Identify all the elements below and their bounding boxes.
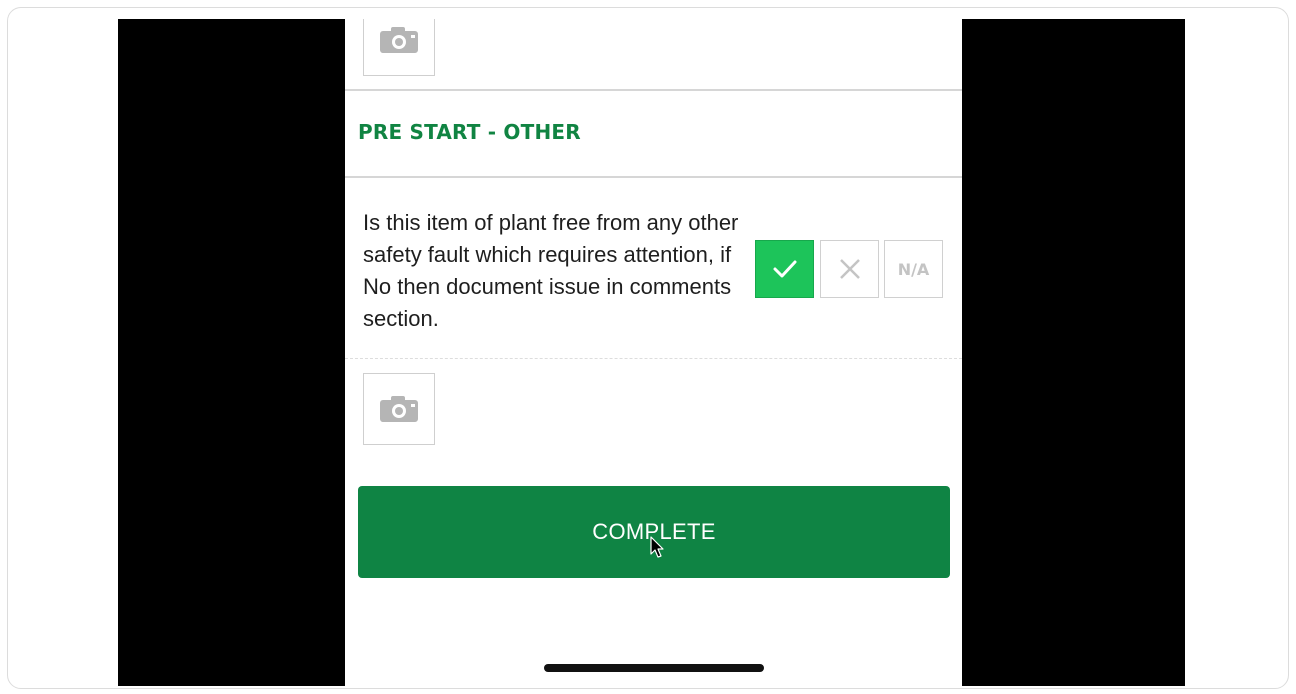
home-indicator[interactable] [544,664,764,672]
camera-icon [380,396,418,422]
question-text: Is this item of plant free from any othe… [363,210,739,331]
na-label: N/A [897,259,930,279]
divider [345,89,962,91]
answer-na-button[interactable]: N/A [884,240,943,298]
phone-screen: PRE START - OTHER Is this item of plant … [345,19,962,686]
camera-icon [380,27,418,53]
answer-yes-button[interactable] [755,240,814,298]
x-icon [839,259,860,279]
divider [345,176,962,178]
complete-button[interactable]: COMPLETE [358,486,950,578]
section-title: PRE START - OTHER [358,120,581,144]
add-photo-button-previous[interactable] [363,19,435,76]
answer-no-button[interactable] [820,240,879,298]
check-icon [773,260,796,278]
mouse-cursor-icon [650,536,664,558]
add-photo-button[interactable] [363,373,435,445]
dashed-divider [345,358,962,359]
